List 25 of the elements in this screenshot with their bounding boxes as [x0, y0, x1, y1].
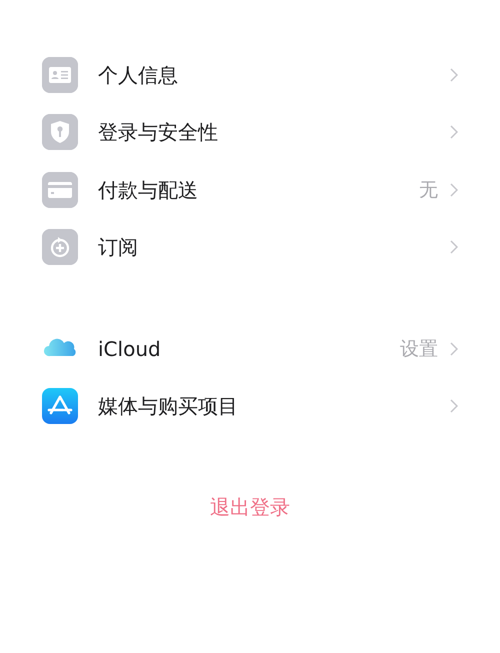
row-label: 订阅 — [98, 234, 139, 262]
settings-row[interactable]: 订阅 — [0, 218, 500, 276]
row-label: iCloud — [98, 336, 162, 363]
row-label: 付款与配送 — [98, 176, 199, 204]
settings-row[interactable]: 付款与配送 无 — [0, 161, 500, 218]
row-label: 个人信息 — [98, 62, 179, 89]
row-detail: 设置 — [400, 336, 438, 362]
chevron-right-icon — [450, 125, 458, 140]
chevron-right-icon — [450, 342, 458, 356]
app-store-icon — [42, 388, 78, 424]
row-label: 媒体与购买项目 — [98, 393, 239, 420]
chevron-right-icon — [450, 399, 458, 414]
id-card-icon — [42, 56, 78, 93]
settings-row[interactable]: 登录与安全性 — [0, 104, 500, 161]
credit-card-icon — [42, 172, 78, 208]
row-label: 登录与安全性 — [98, 119, 219, 146]
chevron-right-icon — [450, 182, 458, 197]
settings-row[interactable]: 媒体与购买项目 — [0, 378, 500, 435]
shield-key-icon — [42, 114, 78, 150]
settings-row[interactable]: iCloud 设置 — [0, 320, 500, 378]
circular-plus-icon — [42, 229, 78, 266]
chevron-right-icon — [450, 68, 458, 82]
settings-row[interactable]: 个人信息 — [0, 46, 500, 104]
row-detail: 无 — [419, 178, 438, 202]
chevron-right-icon — [450, 240, 458, 254]
